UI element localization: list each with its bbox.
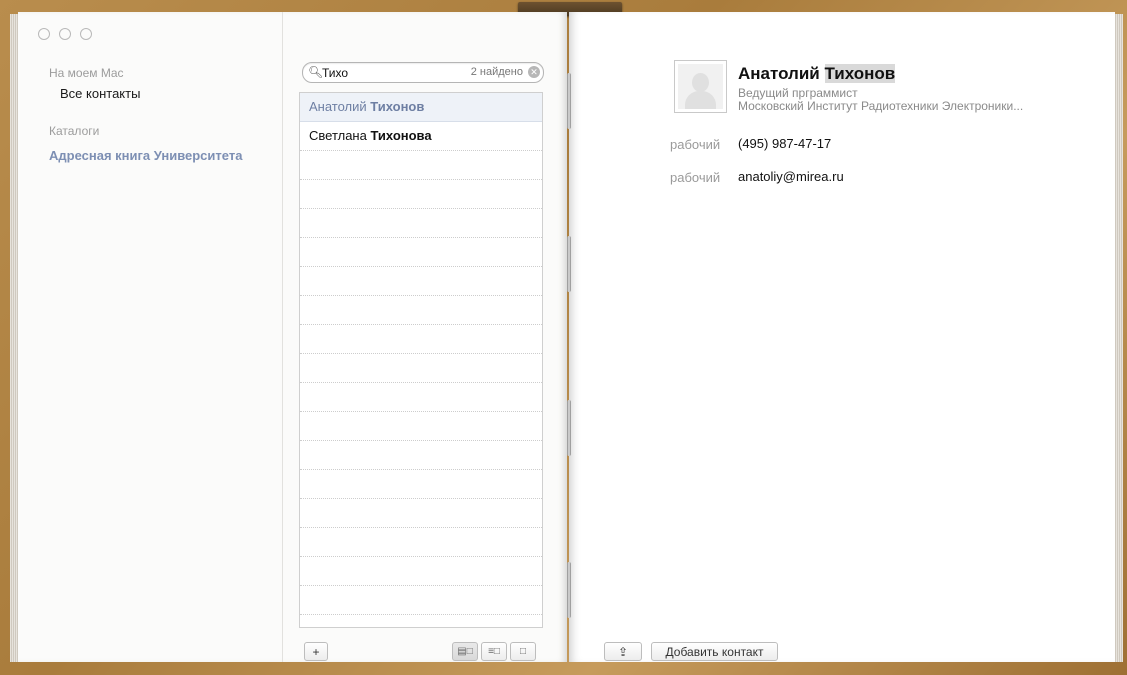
sidebar [18,12,283,662]
view-card-and-list-button[interactable]: ▤□ [452,642,478,661]
share-button[interactable]: ⇪ [604,642,642,661]
search-query[interactable]: Тихо [322,66,348,80]
binder-ring [567,400,571,456]
empty-row [300,441,542,470]
contact-card-last-name: Тихонов [824,64,896,83]
empty-row [300,354,542,383]
empty-row [300,528,542,557]
contacts-list[interactable]: Анатолий Тихонов Светлана Тихонова [299,92,543,628]
empty-row [300,499,542,528]
empty-row [300,151,542,180]
left-page-edge [10,14,18,662]
search-field[interactable]: 🔍︎ Тихо 2 найдено ✕ [302,62,544,83]
empty-row [300,238,542,267]
sidebar-item-all-contacts[interactable]: Все контакты [60,86,140,101]
binder-ring [567,562,571,618]
sidebar-item-university-directory[interactable]: Адресная книга Университета [49,148,242,163]
view-mode-segmented-control: ▤□ ≡□ □ [452,642,539,661]
view-list-only-button[interactable]: ≡□ [481,642,507,661]
empty-row [300,180,542,209]
contact-first-name: Светлана [309,128,367,143]
contact-job-title: Ведущий прграммист [738,86,858,100]
list-item[interactable]: Анатолий Тихонов [300,93,542,122]
search-icon: 🔍︎ [308,65,324,79]
phone-label: рабочий [670,137,721,152]
empty-row [300,209,542,238]
avatar-placeholder-icon [678,64,723,109]
contact-organization: Московский Институт Радиотехники Электро… [738,99,1024,113]
empty-row [300,586,542,615]
email-value[interactable]: anatoliy@mirea.ru [738,169,844,184]
empty-row [300,296,542,325]
binder-ring [567,73,571,129]
list-item[interactable]: Светлана Тихонова [300,122,542,151]
empty-row [300,412,542,441]
contact-name: Анатолий Тихонов [738,64,896,84]
phone-value[interactable]: (495) 987-47-17 [738,136,831,151]
empty-row [300,383,542,412]
sidebar-section-directories: Каталоги [49,124,100,138]
sidebar-section-on-mac: На моем Mac [49,66,124,80]
search-results-count: 2 найдено [470,66,523,78]
binder-ring [567,236,571,292]
contact-card-first-name: Анатолий [738,64,820,83]
right-page-edge [1115,14,1123,662]
add-contact-plus-button[interactable]: + [304,642,328,661]
contact-photo[interactable] [674,60,727,113]
contact-last-name: Тихонова [370,128,432,143]
empty-row [300,557,542,586]
empty-row [300,325,542,354]
clear-search-icon[interactable]: ✕ [528,66,540,78]
contact-first-name: Анатолий [309,99,367,114]
contact-last-name: Тихонов [370,99,425,114]
empty-row [300,470,542,499]
empty-row [300,267,542,296]
email-label: рабочий [670,170,721,185]
view-card-only-button[interactable]: □ [510,642,536,661]
share-icon: ⇪ [617,645,629,659]
add-contact-button[interactable]: Добавить контакт [651,642,778,661]
